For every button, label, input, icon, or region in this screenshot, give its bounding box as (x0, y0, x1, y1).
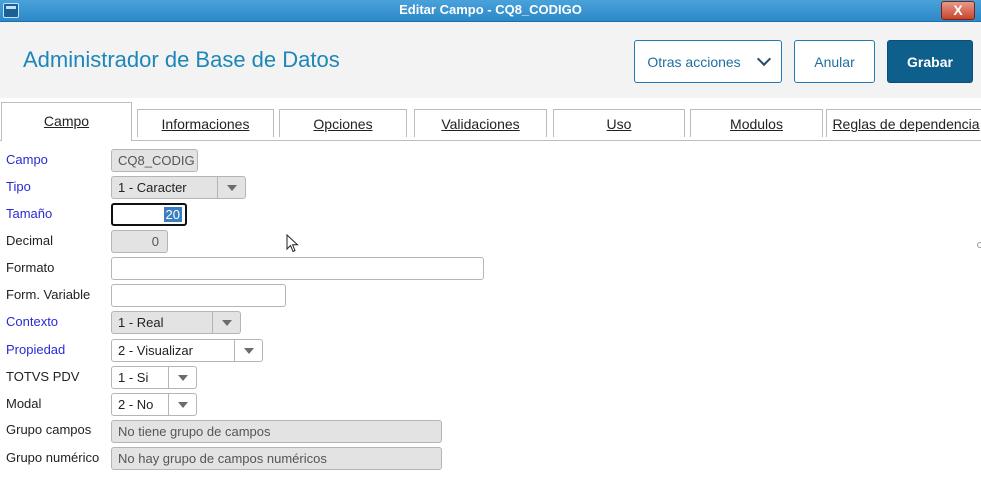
decimal-label: Decimal (6, 233, 53, 248)
tab-modulos[interactable]: Modulos (690, 109, 823, 137)
contexto-label: Contexto (6, 314, 59, 329)
totvs-pdv-select[interactable]: 1 - Si (111, 366, 197, 389)
formato-label: Formato (6, 260, 55, 275)
tipo-dropdown-arrow (217, 177, 245, 198)
chevron-down-icon (756, 51, 771, 66)
tab-campo[interactable]: Campo (1, 102, 132, 141)
modal-select[interactable]: 2 - No (111, 393, 197, 416)
grupo-numerico-field: No hay grupo de campos numéricos (111, 447, 442, 470)
form-variable-label: Form. Variable (6, 287, 91, 302)
tamano-value: 20 (163, 207, 182, 222)
tab-validaciones[interactable]: Validaciones (414, 109, 547, 137)
chevron-down-icon (244, 348, 254, 354)
save-button[interactable]: Grabar (887, 40, 973, 83)
contexto-value: 1 - Real (118, 315, 164, 330)
more-actions-button[interactable]: Otras acciones (634, 40, 782, 83)
totvs-pdv-value: 1 - Si (118, 370, 149, 385)
page-header: Administrador de Base de Datos Otras acc… (0, 22, 981, 98)
modal-label: Modal (6, 396, 42, 411)
tab-reglas-de-dependencia[interactable]: Reglas de dependencia (826, 109, 981, 137)
totvs-pdv-label: TOTVS PDV (6, 369, 80, 384)
tab-bar: Campo Informaciones Opciones Validacione… (0, 98, 981, 141)
grupo-campos-field: No tiene grupo de campos (111, 420, 442, 443)
propiedad-select[interactable]: 2 - Visualizar (111, 339, 263, 362)
tab-uso[interactable]: Uso (553, 109, 685, 137)
window-title: Editar Campo - CQ8_CODIGO (399, 2, 582, 17)
tab-opciones[interactable]: Opciones (279, 109, 407, 137)
tipo-select: 1 - Caracter (111, 176, 246, 199)
grupo-numerico-label: Grupo numérico (6, 450, 100, 465)
window-titlebar: Editar Campo - CQ8_CODIGO X (0, 0, 981, 22)
propiedad-value: 2 - Visualizar (118, 343, 193, 358)
chevron-down-icon (222, 320, 232, 326)
modal-value: 2 - No (118, 397, 154, 412)
page-title: Administrador de Base de Datos (23, 47, 340, 72)
tab-informaciones[interactable]: Informaciones (137, 109, 274, 137)
tipo-label: Tipo (6, 179, 31, 194)
chevron-down-icon (178, 375, 188, 381)
contexto-select: 1 - Real (111, 311, 241, 334)
tipo-value: 1 - Caracter (118, 180, 187, 195)
decimal-field: 0 (111, 230, 168, 253)
propiedad-label: Propiedad (6, 342, 66, 357)
more-actions-label: Otras acciones (647, 53, 741, 70)
close-button[interactable]: X (941, 1, 975, 20)
formato-field[interactable] (111, 257, 484, 280)
mouse-cursor-icon (286, 234, 299, 253)
campo-field: CQ8_CODIG (111, 149, 198, 172)
contexto-dropdown-arrow (212, 312, 240, 333)
chevron-down-icon (227, 185, 237, 191)
tamano-field[interactable]: 20 (111, 203, 187, 226)
cancel-button[interactable]: Anular (794, 40, 875, 83)
propiedad-dropdown-arrow[interactable] (234, 340, 262, 361)
grupo-campos-label: Grupo campos (6, 422, 92, 437)
modal-dropdown-arrow[interactable] (168, 394, 196, 415)
scroll-indicator (977, 242, 981, 248)
chevron-down-icon (178, 402, 188, 408)
campo-label: Campo (6, 152, 48, 167)
form-variable-field[interactable] (111, 284, 286, 307)
tamano-label: Tamaño (6, 206, 53, 221)
totvs-pdv-dropdown-arrow[interactable] (168, 367, 196, 388)
